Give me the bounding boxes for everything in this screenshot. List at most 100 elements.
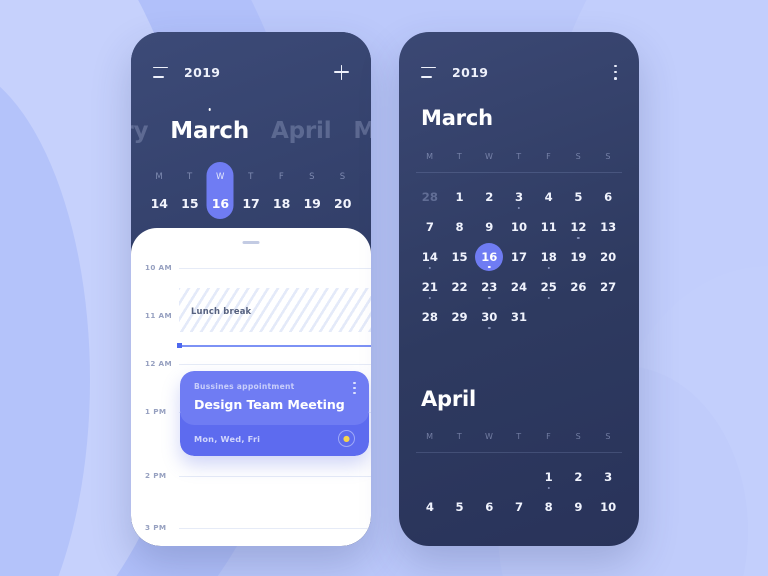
calendar-date-number: 9 (485, 220, 494, 234)
hamburger-icon[interactable] (421, 66, 436, 78)
calendar-date-number: 2 (485, 190, 494, 204)
calendar-cell-9[interactable]: 9 (474, 212, 504, 242)
week-day-cell-16[interactable]: W 16 (205, 156, 236, 226)
calendar-cell-21[interactable]: 21 (415, 272, 445, 302)
calendar-date-number: 30 (481, 310, 498, 324)
calendar-cell-26[interactable]: 26 (564, 272, 594, 302)
year-label: 2019 (452, 64, 489, 80)
calendar-cell-20[interactable]: 20 (593, 242, 623, 272)
calendar-cell-25[interactable]: 25 (534, 272, 564, 302)
calendar-cell-24[interactable]: 24 (504, 272, 534, 302)
month-item-active[interactable]: March (170, 108, 249, 144)
event-card-main[interactable]: Bussines appointment Design Team Meeting (180, 371, 369, 425)
event-card[interactable]: Bussines appointment Design Team Meeting… (180, 371, 369, 456)
calendar-cell-7[interactable]: 7 (504, 492, 534, 522)
calendar-grid-april[interactable]: 1 2 3 4 5 6 7 8 9 10 (415, 462, 623, 522)
calendar-date-number: 9 (574, 500, 583, 514)
month-item-next[interactable]: April (271, 118, 332, 144)
weekday-label: M (426, 152, 434, 161)
week-day-cell-14[interactable]: M 14 (144, 156, 175, 226)
calendar-cell-18[interactable]: 18 (534, 242, 564, 272)
calendar-cell-8[interactable]: 8 (445, 212, 475, 242)
calendar-cell-7[interactable]: 7 (415, 212, 445, 242)
kebab-menu-icon[interactable] (614, 64, 617, 80)
month-item-previous[interactable]: ary (131, 118, 148, 144)
calendar-cell-6[interactable]: 6 (474, 492, 504, 522)
event-indicator-dot-icon (577, 236, 580, 239)
hamburger-icon[interactable] (153, 66, 168, 78)
plus-icon[interactable] (334, 64, 349, 80)
sheet-drag-handle[interactable] (242, 241, 260, 244)
calendar-cell-11[interactable]: 11 (534, 212, 564, 242)
event-indicator-dot-icon (488, 296, 491, 299)
calendar-cell-1[interactable]: 1 (445, 182, 475, 212)
event-indicator-dot-icon (547, 266, 550, 269)
calendar-date-number: 23 (481, 280, 498, 294)
calendar-cell-10[interactable]: 10 (504, 212, 534, 242)
week-day-cell-17[interactable]: T 17 (236, 156, 267, 226)
calendar-date-number: 5 (455, 500, 464, 514)
week-day-cell-18[interactable]: F 18 (266, 156, 297, 226)
calendar-cell-14[interactable]: 14 (415, 242, 445, 272)
calendar-cell-1[interactable]: 1 (534, 462, 564, 492)
weekday-label: W (485, 432, 494, 441)
calendar-cell-28[interactable]: 28 (415, 182, 445, 212)
calendar-cell-12[interactable]: 12 (564, 212, 594, 242)
calendar-cell-4[interactable]: 4 (415, 492, 445, 522)
week-day-initial: S (309, 171, 316, 182)
calendar-cell-23[interactable]: 23 (474, 272, 504, 302)
calendar-cell-17[interactable]: 17 (504, 242, 534, 272)
calendar-cell-4[interactable]: 4 (534, 182, 564, 212)
calendar-cell-19[interactable]: 19 (564, 242, 594, 272)
month-item-next-2[interactable]: Ma (353, 118, 371, 144)
weekday-label: T (516, 432, 522, 441)
calendar-date-number: 25 (540, 280, 557, 294)
calendar-date-number: 26 (570, 280, 587, 294)
calendar-date-number: 14 (421, 250, 438, 264)
calendar-cell-3[interactable]: 3 (593, 462, 623, 492)
weekday-header-april: MTWTFSS (415, 432, 623, 441)
calendar-cell-22[interactable]: 22 (445, 272, 475, 302)
month-carousel[interactable]: ary March April Ma (131, 108, 371, 152)
day-timeline: 10 AM 11 AM 12 AM 1 PM 2 PM 3 PM Lunch b… (131, 254, 371, 546)
event-category: Bussines appointment (194, 382, 295, 391)
phone-month-view: 2019 March MTWTFSS 28 1 2 3 4 5 6 7 8 9 10 11 12 13 14… (399, 32, 639, 546)
calendar-cell-15[interactable]: 15 (445, 242, 475, 272)
calendar-cell-28[interactable]: 28 (415, 302, 445, 332)
weekday-label: S (605, 152, 612, 161)
week-day-cell-20[interactable]: S 20 (327, 156, 358, 226)
background-arc-3 (0, 60, 90, 576)
calendar-cell-8[interactable]: 8 (534, 492, 564, 522)
calendar-date-number: 1 (544, 470, 553, 484)
schedule-sheet: 10 AM 11 AM 12 AM 1 PM 2 PM 3 PM Lunch b… (131, 228, 371, 546)
calendar-date-number: 3 (604, 470, 613, 484)
calendar-grid-march[interactable]: 28 1 2 3 4 5 6 7 8 9 10 11 12 13 14 15 16 17 18 19 20 21 22 23 2… (415, 182, 623, 332)
calendar-cell-5[interactable]: 5 (445, 492, 475, 522)
week-day-cell-19[interactable]: S 19 (297, 156, 328, 226)
calendar-cell-27[interactable]: 27 (593, 272, 623, 302)
weekday-label: W (485, 152, 494, 161)
calendar-cell-9[interactable]: 9 (564, 492, 594, 522)
alarm-icon[interactable]: ● (338, 430, 355, 447)
week-day-initial: F (278, 171, 285, 182)
week-day-strip[interactable]: M 14 T 15 W 16 T 17 F 18 S 19 S 20 (144, 156, 358, 226)
calendar-date-number: 6 (604, 190, 613, 204)
calendar-cell-3[interactable]: 3 (504, 182, 534, 212)
week-day-cell-15[interactable]: T 15 (175, 156, 206, 226)
calendar-cell-10[interactable]: 10 (593, 492, 623, 522)
event-kebab-menu-icon[interactable] (353, 382, 356, 394)
calendar-cell-13[interactable]: 13 (593, 212, 623, 242)
calendar-cell-31[interactable]: 31 (504, 302, 534, 332)
calendar-cell-2[interactable]: 2 (474, 182, 504, 212)
event-indicator-dot-icon (488, 326, 491, 329)
calendar-cell-5[interactable]: 5 (564, 182, 594, 212)
calendar-date-number: 8 (544, 500, 553, 514)
week-day-number: 14 (150, 195, 168, 211)
calendar-cell-2[interactable]: 2 (564, 462, 594, 492)
calendar-cell-6[interactable]: 6 (593, 182, 623, 212)
calendar-cell-29[interactable]: 29 (445, 302, 475, 332)
time-label: 1 PM (145, 407, 167, 416)
calendar-cell-16[interactable]: 16 (474, 242, 504, 272)
calendar-cell-30[interactable]: 30 (474, 302, 504, 332)
calendar-date-number: 1 (455, 190, 464, 204)
